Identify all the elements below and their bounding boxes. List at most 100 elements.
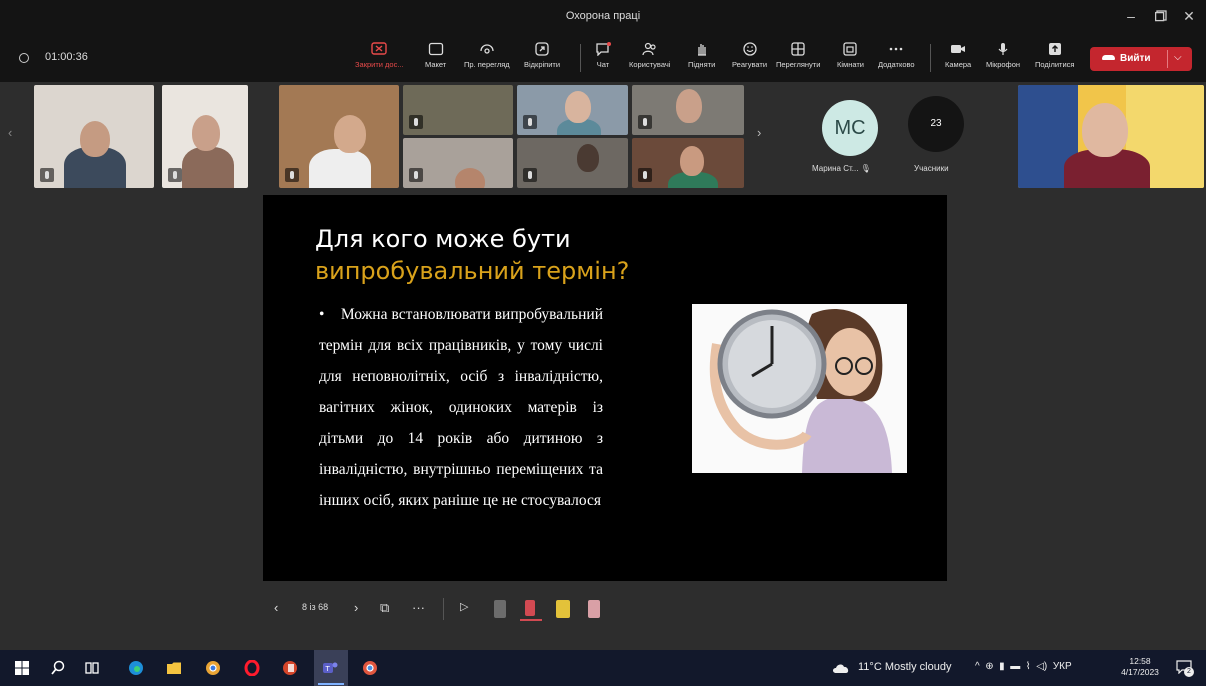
view-button[interactable]: Переглянути — [776, 42, 820, 69]
search-icon[interactable] — [50, 660, 66, 676]
muted-mic-icon — [523, 115, 537, 129]
react-button[interactable]: Реагувати — [732, 42, 767, 69]
muted-mic-icon — [409, 115, 423, 129]
toolbar-label: Чат — [596, 60, 610, 69]
stop-sharing-button[interactable]: Закрити дос... — [355, 42, 404, 69]
toolbar-label: Макет — [425, 60, 447, 69]
share-button[interactable]: Поділитися — [1035, 42, 1074, 69]
window-title: Охорона праці — [565, 10, 641, 22]
muted-mic-icon — [638, 115, 652, 129]
participants-count[interactable]: 23 — [908, 96, 964, 152]
video-tile[interactable] — [403, 85, 513, 135]
laser-pointer-icon[interactable]: ▷ — [460, 600, 468, 613]
rooms-icon — [843, 42, 858, 56]
leave-button[interactable]: Вийти ⌵ — [1090, 47, 1192, 71]
clock-time: 12:58 — [1129, 656, 1151, 666]
chrome-icon[interactable] — [205, 660, 221, 676]
chevron-right-icon[interactable]: › — [757, 125, 761, 140]
toolbar-label: Закрити дос... — [355, 60, 404, 69]
presenter-video[interactable] — [1018, 85, 1204, 188]
share-icon — [1048, 43, 1061, 55]
system-tray[interactable]: ^ ⊕ ▮ ▬ ⌇ ◁) УКР — [975, 661, 1072, 672]
video-tile[interactable] — [517, 85, 628, 135]
chrome-alt-icon[interactable] — [362, 660, 378, 676]
participants-label: Учасники — [914, 164, 949, 173]
edge-icon[interactable] — [128, 660, 144, 676]
view-icon — [791, 42, 805, 56]
video-tile[interactable] — [632, 85, 744, 135]
notifications-icon[interactable]: 2 — [1176, 660, 1194, 677]
people-button[interactable]: Користувачі — [629, 42, 670, 69]
video-tile[interactable] — [632, 138, 744, 188]
layout-icon — [428, 42, 443, 56]
opera-icon[interactable] — [244, 660, 260, 676]
camera-button[interactable]: Камера — [945, 42, 971, 69]
avatar-name: Марина Ст... 🎙 — [812, 164, 871, 173]
chevron-down-icon[interactable]: ⌵ — [1174, 52, 1182, 63]
maximize-icon — [1154, 10, 1167, 22]
muted-mic-icon — [168, 168, 182, 182]
video-tile[interactable] — [517, 138, 628, 188]
toolbar-divider — [580, 44, 581, 72]
raise-hand-button[interactable]: Підняти — [688, 42, 715, 69]
next-slide-button[interactable]: › — [354, 600, 358, 615]
more-options-icon[interactable]: ··· — [412, 600, 425, 615]
teams-icon[interactable]: T — [322, 660, 338, 676]
eraser-icon[interactable] — [588, 600, 600, 618]
notification-count: 2 — [1184, 667, 1194, 677]
presenter-controls: ‹ 8 із 68 › ⧉ ··· ▷ — [270, 596, 610, 624]
preview-button[interactable]: Пр. перегляд — [464, 42, 510, 69]
slide-title-accent: випробувальний термін? — [315, 257, 630, 285]
chat-button[interactable]: Чат — [595, 42, 611, 69]
weather-text[interactable]: 11°C Mostly cloudy — [858, 661, 951, 673]
highlighter-icon[interactable] — [556, 600, 570, 618]
muted-mic-icon — [409, 168, 423, 182]
windows-start-icon[interactable] — [14, 660, 30, 676]
react-icon — [742, 42, 757, 56]
chevron-left-icon[interactable]: ‹ — [8, 125, 12, 140]
video-tile[interactable] — [403, 138, 513, 188]
toolbar-label: Користувачі — [629, 60, 671, 69]
clock[interactable]: 12:58 4/17/2023 — [1118, 656, 1162, 678]
microphone-button[interactable]: Мікрофон — [986, 42, 1020, 69]
meeting-timer: 01:00:36 — [45, 51, 88, 63]
file-explorer-icon[interactable] — [166, 660, 182, 676]
phone-hangup-icon — [1102, 55, 1115, 60]
video-tile[interactable] — [34, 85, 154, 188]
powerpoint-icon[interactable] — [282, 660, 298, 676]
task-view-icon[interactable] — [84, 660, 100, 676]
unpin-button[interactable]: Відкріпити — [524, 42, 560, 69]
minimize-button[interactable]: – — [1122, 8, 1140, 24]
leave-divider — [1167, 50, 1168, 68]
stop-share-icon — [371, 42, 387, 55]
video-tile[interactable] — [162, 85, 248, 188]
shield-icon — [19, 53, 29, 63]
rooms-button[interactable]: Кімнати — [837, 42, 864, 69]
slide-body: • Можна встановлювати випробувальний тер… — [319, 299, 603, 516]
active-indicator — [318, 683, 344, 685]
muted-mic-icon — [40, 168, 54, 182]
maximize-button[interactable] — [1152, 8, 1170, 25]
preview-icon — [480, 44, 494, 54]
more-icon — [889, 47, 903, 51]
language-indicator[interactable]: УКР — [1053, 661, 1072, 672]
slide-title: Для кого може бути — [315, 225, 571, 253]
clock-date: 4/17/2023 — [1121, 667, 1159, 677]
toolbar-label: Додатково — [878, 60, 915, 69]
toolbar-label: Переглянути — [776, 60, 821, 69]
grid-view-icon[interactable]: ⧉ — [380, 600, 389, 616]
close-window-button[interactable]: ✕ — [1180, 8, 1198, 25]
toolbar-label: Реагувати — [732, 60, 768, 69]
pen-gray-icon[interactable] — [494, 600, 506, 618]
title-bar: Охорона праці – ✕ — [0, 0, 1206, 34]
muted-mic-icon — [285, 168, 299, 182]
pen-red-icon[interactable] — [520, 600, 542, 621]
video-tile[interactable] — [279, 85, 399, 188]
clock-woman-illustration — [692, 304, 907, 473]
layout-button[interactable]: Макет — [425, 42, 446, 69]
avatar[interactable]: MC — [822, 100, 878, 156]
raise-hand-icon — [697, 44, 706, 56]
controls-divider — [443, 598, 444, 620]
more-button[interactable]: Додатково — [878, 42, 915, 69]
previous-slide-button[interactable]: ‹ — [274, 600, 278, 615]
